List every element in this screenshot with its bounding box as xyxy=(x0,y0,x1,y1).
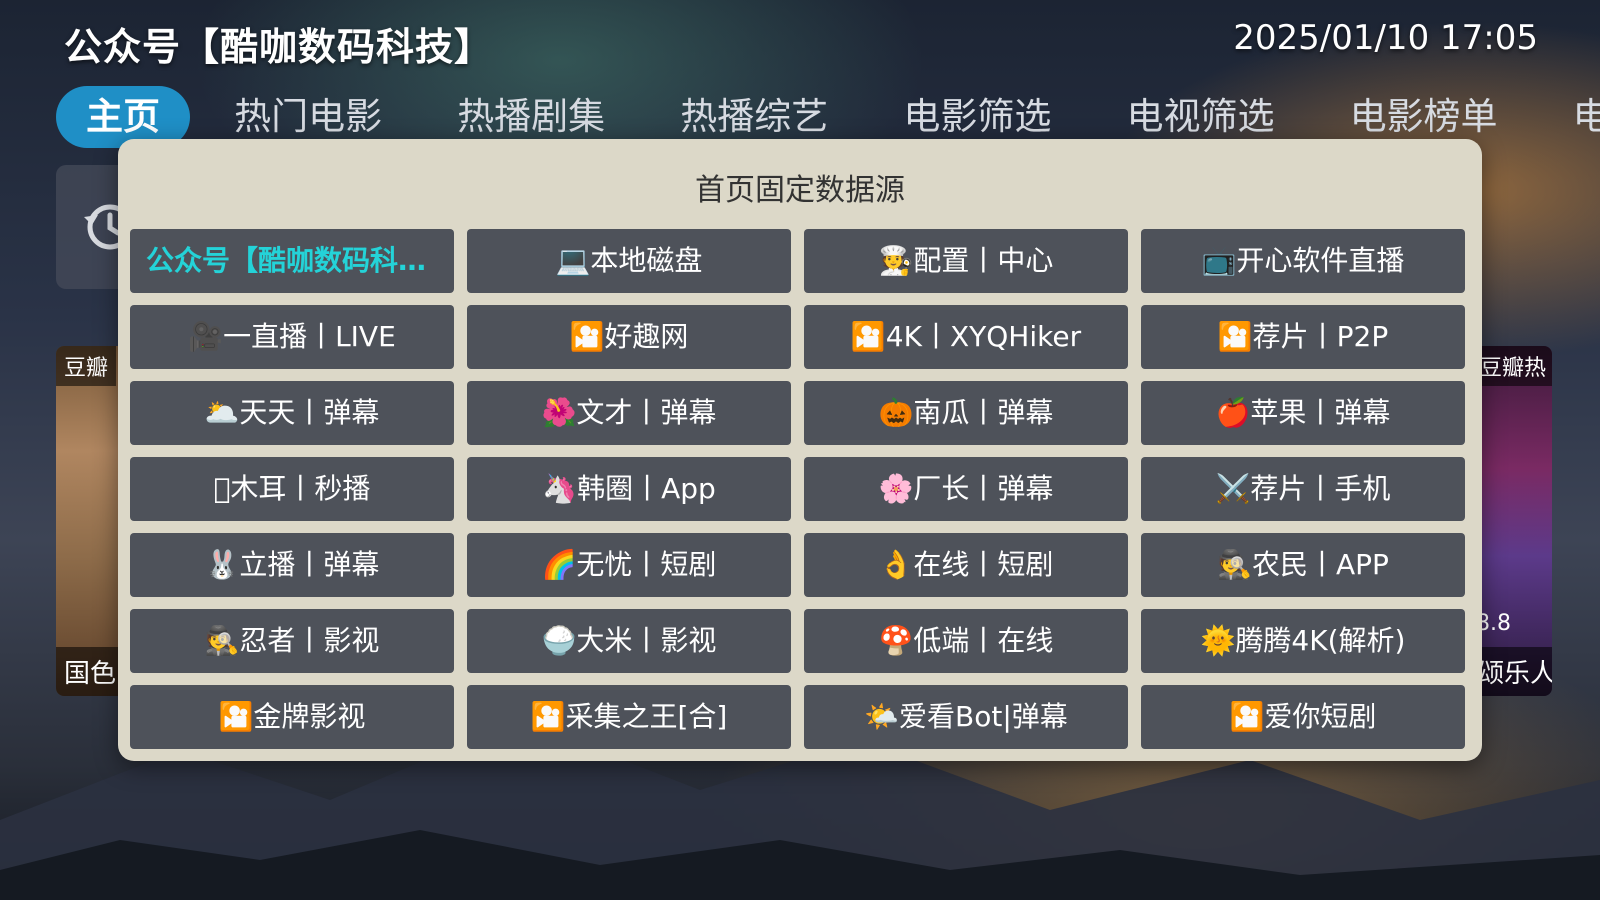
source-button[interactable]: 🎦金牌影视 xyxy=(130,685,454,749)
data-source-dialog: 首页固定数据源 公众号【酷咖数码科技】 💻本地磁盘 🧑‍🍳配置丨中心 📺开心软件… xyxy=(118,139,1482,761)
source-button[interactable]: 🎥一直播丨LIVE xyxy=(130,305,454,369)
source-button[interactable]: 🦄韩圈丨App xyxy=(467,457,791,521)
clock: 2025/01/10 17:05 xyxy=(1233,18,1538,58)
source-button[interactable]: 🌥️天天丨弹幕 xyxy=(130,381,454,445)
source-button[interactable]: 🎦好趣网 xyxy=(467,305,791,369)
source-button[interactable]: 🌤️爱看Bot|弹幕 xyxy=(804,685,1128,749)
source-button[interactable]: 🧑‍🍳配置丨中心 xyxy=(804,229,1128,293)
poster-card-right[interactable]: 豆瓣热 8.8 颂乐人 xyxy=(1472,346,1552,696)
source-button[interactable]: 🌸厂长丨弹幕 xyxy=(804,457,1128,521)
source-button[interactable]: 🕵️农民丨APP xyxy=(1141,533,1465,597)
source-button[interactable]: 🐰立播丨弹幕 xyxy=(130,533,454,597)
tab-more[interactable]: 电 xyxy=(1548,86,1600,148)
source-button[interactable]: 🌈无忧丨短剧 xyxy=(467,533,791,597)
dialog-title: 首页固定数据源 xyxy=(695,173,905,208)
source-button[interactable]: 📺开心软件直播 xyxy=(1141,229,1465,293)
source-button[interactable]: 🎦采集之王[合] xyxy=(467,685,791,749)
source-grid: 公众号【酷咖数码科技】 💻本地磁盘 🧑‍🍳配置丨中心 📺开心软件直播 🎥一直播丨… xyxy=(130,229,1472,749)
source-button[interactable]: 🎦爱你短剧 xyxy=(1141,685,1465,749)
source-button[interactable]: 💻本地磁盘 xyxy=(467,229,791,293)
source-button[interactable]: 🌺文才丨弹幕 xyxy=(467,381,791,445)
source-button[interactable]: 🎦荐片丨P2P xyxy=(1141,305,1465,369)
app-title: 公众号【酷咖数码科技】 xyxy=(64,25,494,69)
poster-caption: 颂乐人 xyxy=(1472,647,1552,696)
source-button[interactable]: 🌞腾腾4K(解析) xyxy=(1141,609,1465,673)
source-button[interactable]: 🍚大米丨影视 xyxy=(467,609,791,673)
poster-badge: 豆瓣热 xyxy=(1472,346,1552,386)
source-button[interactable]: 🍄低端丨在线 xyxy=(804,609,1128,673)
poster-badge: 豆瓣 xyxy=(56,346,117,386)
source-button[interactable]: 🎦4K丨XYQHiker xyxy=(804,305,1128,369)
source-button[interactable]: 🎃南瓜丨弹幕 xyxy=(804,381,1128,445)
source-button[interactable]: 👌在线丨短剧 xyxy=(804,533,1128,597)
source-button[interactable]: 🕵️忍者丨影视 xyxy=(130,609,454,673)
source-button[interactable]: 🍎苹果丨弹幕 xyxy=(1141,381,1465,445)
source-button[interactable]: 公众号【酷咖数码科技】 xyxy=(130,229,454,293)
source-button[interactable]: ⚔️荐片丨手机 xyxy=(1141,457,1465,521)
source-button[interactable]: 􏿽木耳丨秒播 xyxy=(130,457,454,521)
